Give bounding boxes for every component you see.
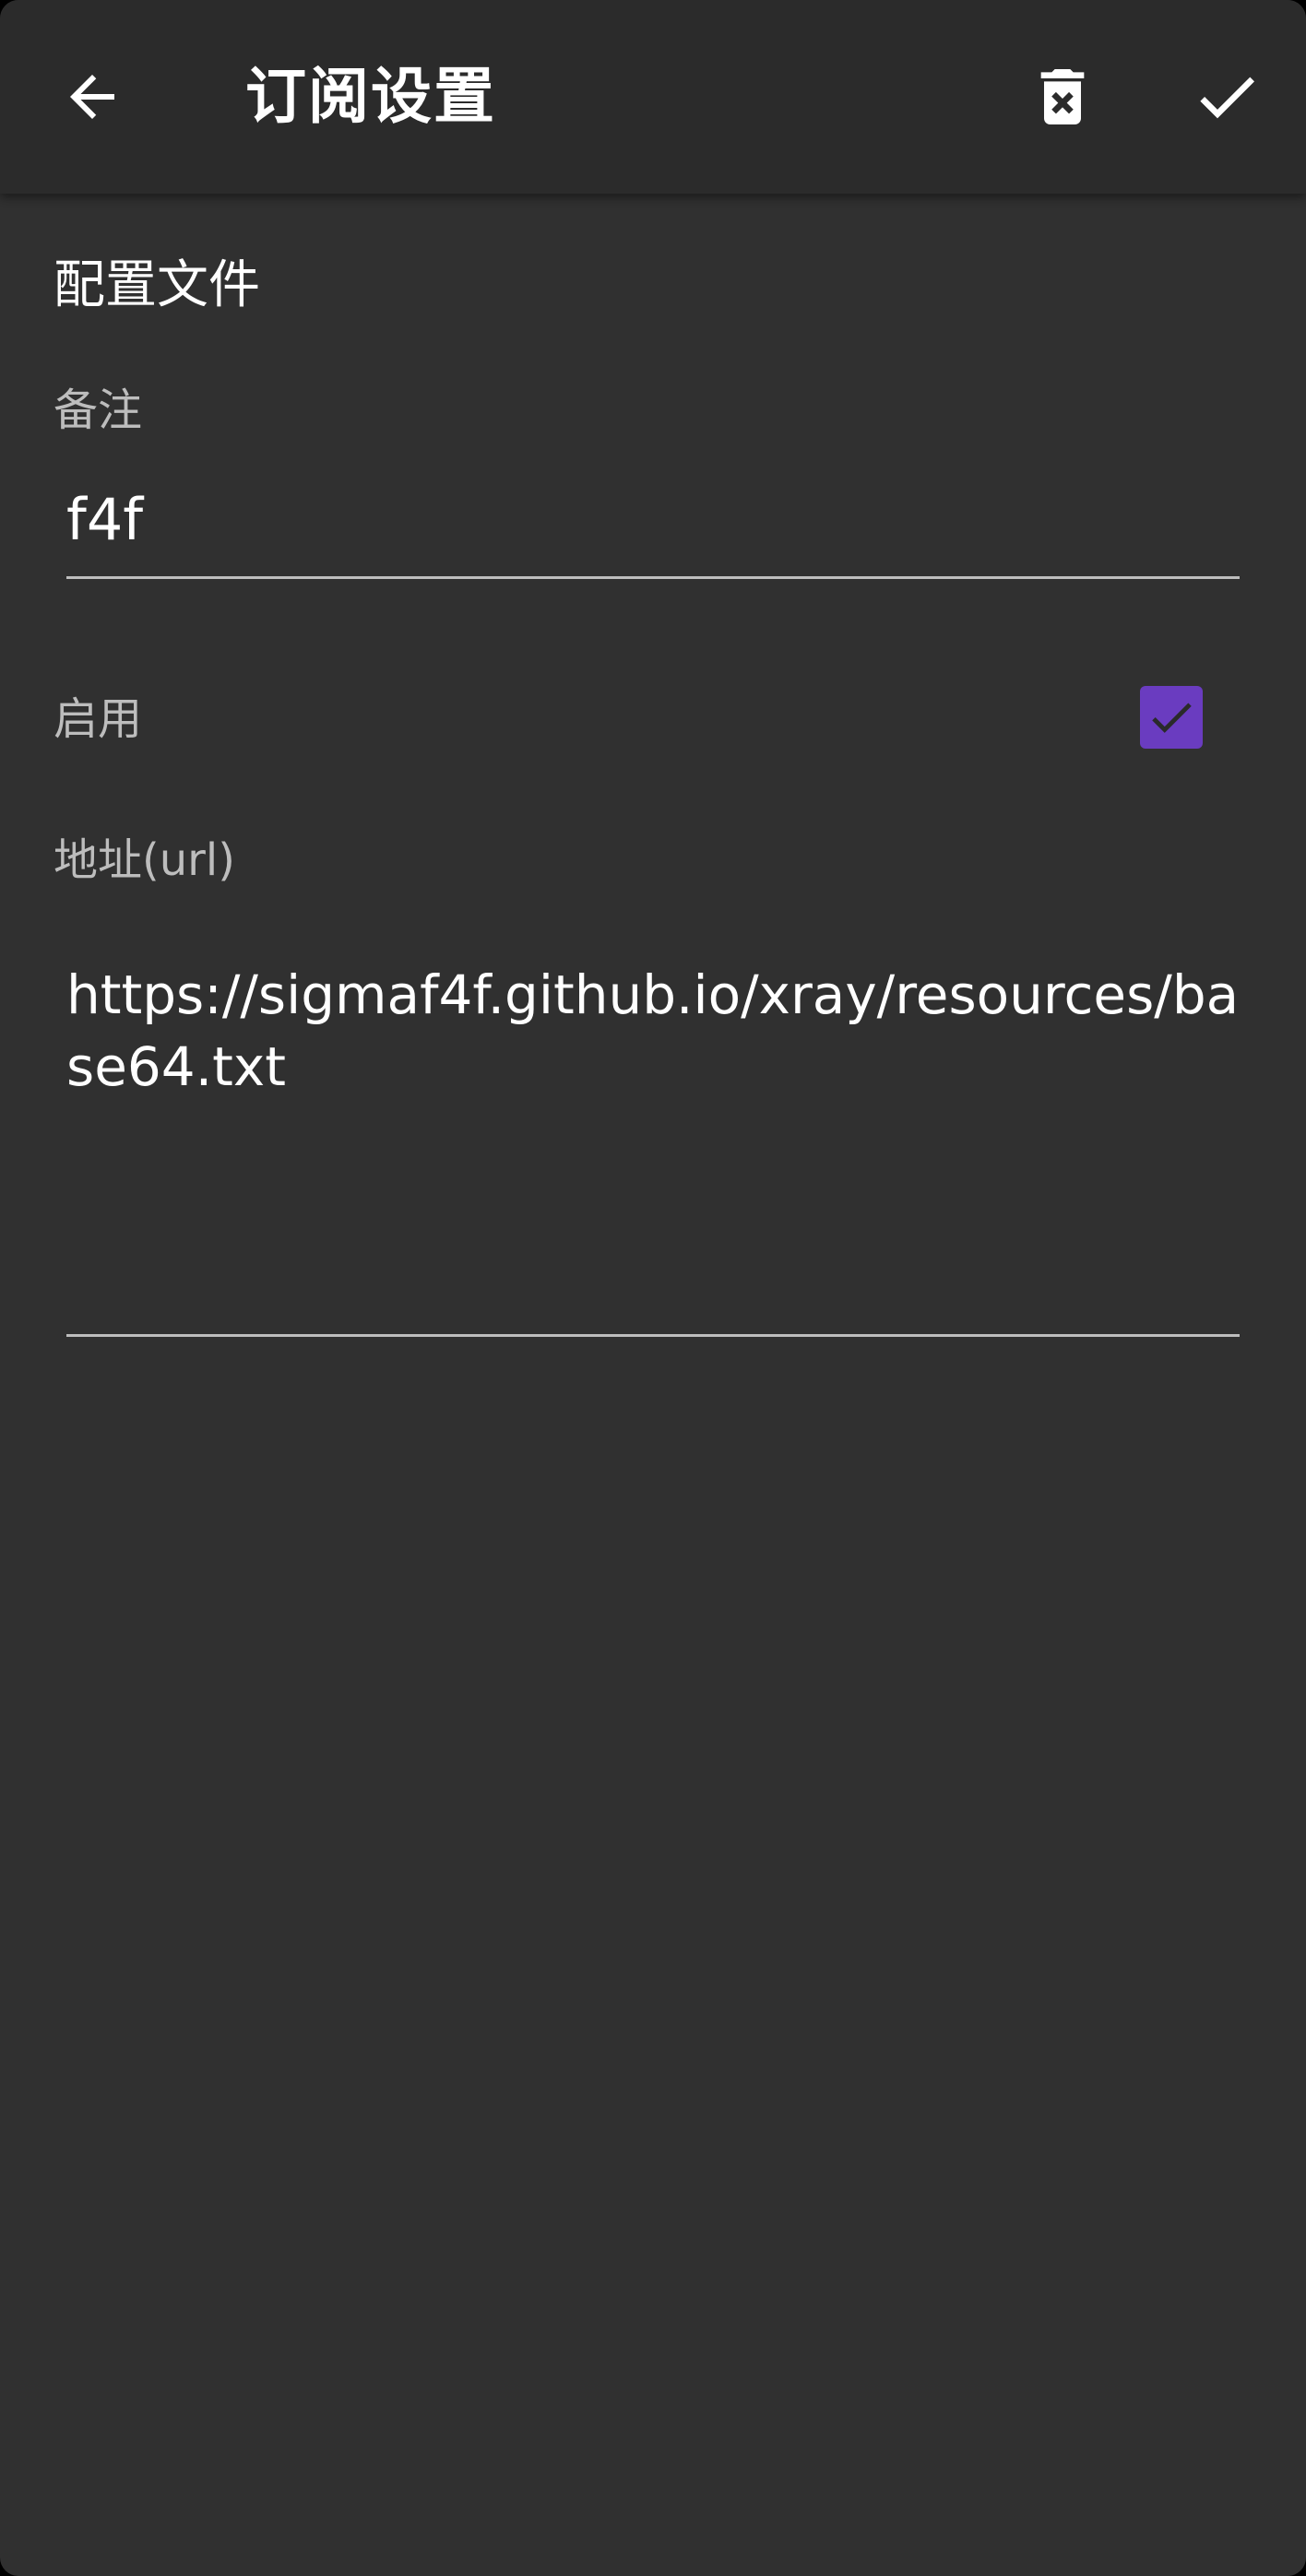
confirm-button[interactable]	[1171, 41, 1282, 152]
remarks-label: 备注	[53, 384, 143, 436]
arrow-back-icon	[70, 75, 114, 119]
delete-forever-icon	[1040, 69, 1085, 124]
enable-label: 启用	[53, 693, 143, 745]
check-icon	[1200, 77, 1254, 119]
section-title: 配置文件	[53, 255, 260, 315]
back-button[interactable]	[37, 41, 148, 152]
subscription-settings-screen: 订阅设置 配置文件 备注 启用 地址(url) https://sigmaf4f…	[0, 0, 1306, 2576]
enable-checkbox[interactable]	[1140, 686, 1203, 749]
url-label: 地址(url)	[53, 834, 235, 886]
page-title: 订阅设置	[245, 61, 496, 132]
remarks-input[interactable]	[66, 479, 1240, 579]
checkmark-icon	[1152, 703, 1192, 733]
url-input[interactable]: https://sigmaf4f.github.io/xray/resource…	[66, 959, 1240, 1337]
app-toolbar: 订阅设置	[0, 0, 1306, 194]
delete-button[interactable]	[1007, 41, 1118, 152]
